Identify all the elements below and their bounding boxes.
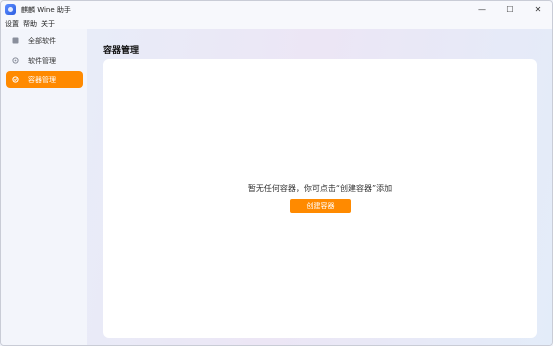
container-icon: [11, 76, 19, 84]
menu-about[interactable]: 关于: [41, 19, 55, 29]
minimize-button[interactable]: —: [468, 1, 496, 18]
sidebar-item-label: 容器管理: [28, 75, 56, 84]
menu-help[interactable]: 帮助: [23, 19, 37, 29]
page-title: 容器管理: [103, 46, 140, 56]
maximize-button[interactable]: ☐: [496, 1, 524, 18]
empty-state-message: 暂无任何容器，你可点击“创建容器”添加: [247, 184, 393, 193]
gear-icon: [11, 57, 19, 65]
menu-bar: 设置 帮助 关于: [1, 18, 552, 29]
app-window: 麒麟 Wine 助手 — ☐ ✕ 设置 帮助 关于 全部软件 软件管理 容器管理…: [0, 0, 553, 346]
grid-icon: [11, 37, 19, 45]
sidebar: 全部软件 软件管理 容器管理: [1, 29, 87, 345]
close-button[interactable]: ✕: [524, 1, 552, 18]
title-bar[interactable]: 麒麟 Wine 助手 — ☐ ✕: [1, 1, 552, 18]
container-panel: 暂无任何容器，你可点击“创建容器”添加 创建容器: [103, 59, 537, 338]
window-controls: — ☐ ✕: [468, 1, 552, 18]
main-content: 容器管理 暂无任何容器，你可点击“创建容器”添加 创建容器: [87, 29, 552, 345]
create-container-button[interactable]: 创建容器: [290, 199, 351, 213]
window-title: 麒麟 Wine 助手: [21, 5, 71, 14]
menu-settings[interactable]: 设置: [5, 19, 19, 29]
sidebar-item-software-management[interactable]: 软件管理: [6, 52, 83, 69]
sidebar-item-container-management[interactable]: 容器管理: [6, 71, 83, 88]
sidebar-item-all-software[interactable]: 全部软件: [6, 32, 83, 49]
sidebar-item-label: 软件管理: [28, 56, 56, 65]
app-logo-icon: [5, 4, 16, 15]
sidebar-item-label: 全部软件: [28, 36, 56, 45]
